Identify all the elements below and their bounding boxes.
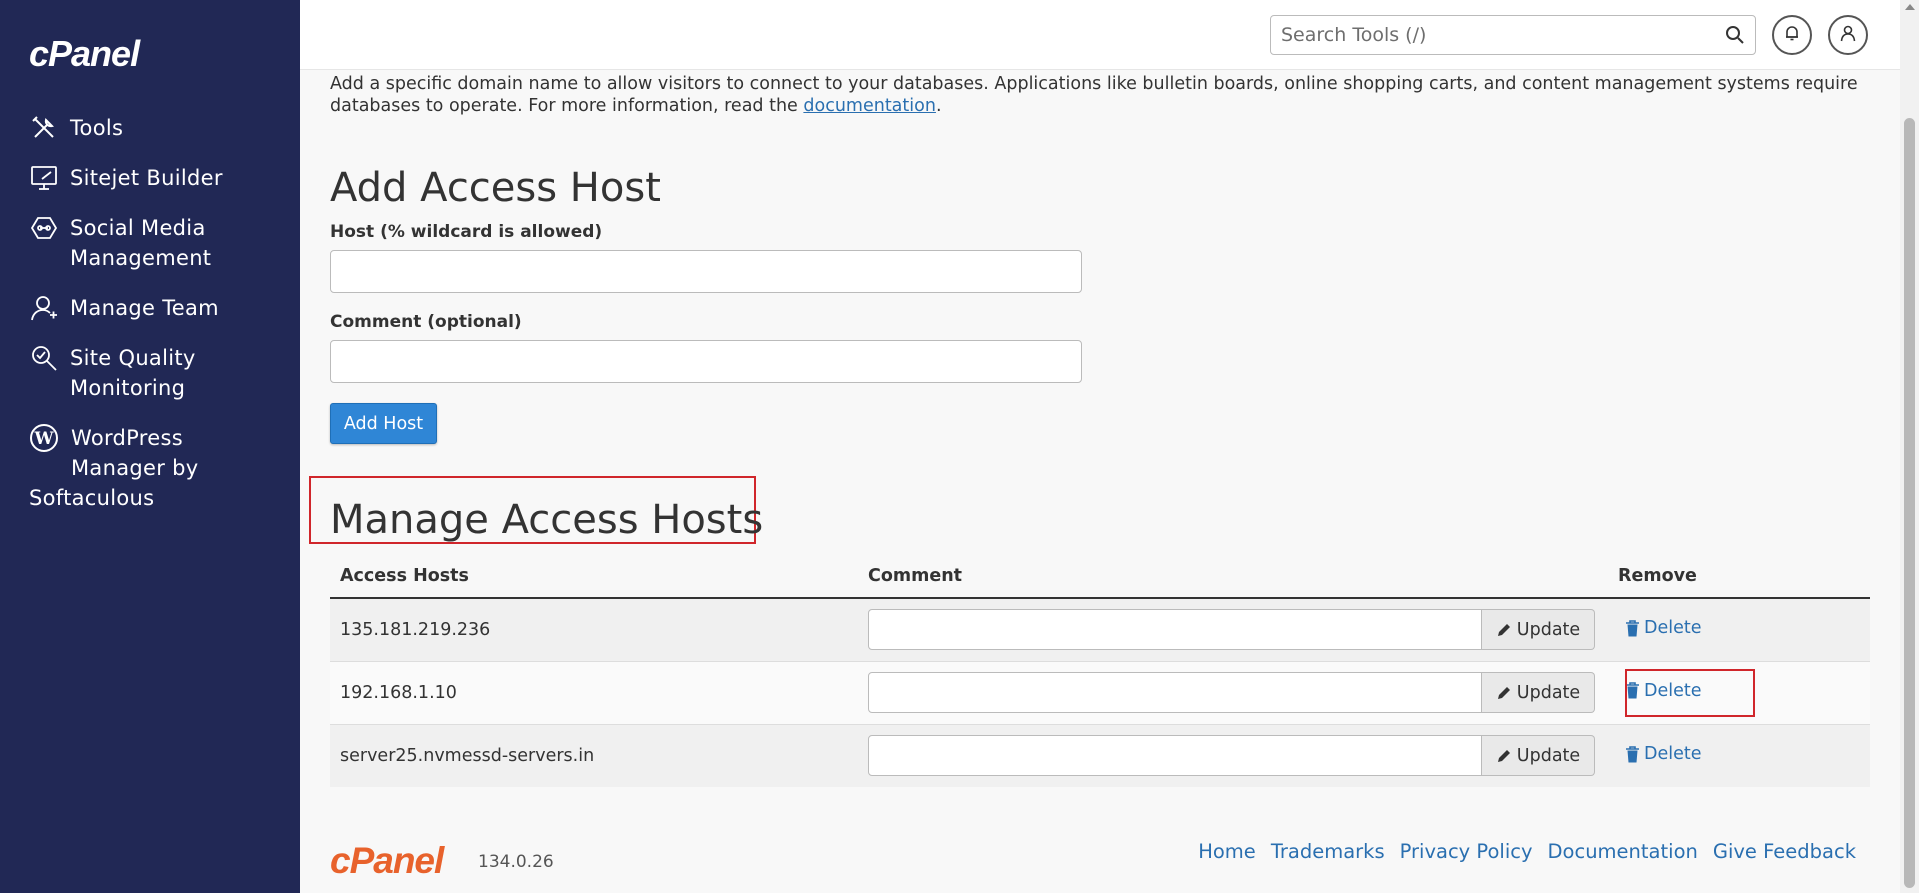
monitor-icon (29, 163, 59, 193)
top-bar (300, 0, 1900, 70)
notifications-button[interactable] (1772, 15, 1812, 55)
host-cell: server25.nvmessd-servers.in (330, 723, 858, 787)
table-row: 135.181.219.236 Update Delete (330, 597, 1870, 661)
delete-link[interactable]: Delete (1625, 744, 1702, 764)
sidebar: cPanel Tools Sitejet Builder Social Medi… (0, 0, 300, 893)
user-menu-button[interactable] (1828, 15, 1868, 55)
row-comment-input[interactable] (868, 672, 1482, 713)
search-box (1270, 15, 1756, 55)
wordpress-icon: W (29, 423, 59, 453)
sidebar-item-site-quality[interactable]: Site Quality Monitoring (29, 343, 289, 403)
sidebar-item-label: Manage Team (70, 296, 219, 320)
sidebar-item-label: Social Media Management (70, 216, 212, 270)
comment-input[interactable] (330, 340, 1082, 383)
search-icon[interactable] (1725, 25, 1745, 49)
delete-label: Delete (1644, 618, 1702, 638)
trash-icon (1626, 619, 1639, 636)
sidebar-item-social-media[interactable]: Social Media Management (29, 213, 289, 273)
svg-text:W: W (33, 429, 54, 449)
footer-link-trademarks[interactable]: Trademarks (1271, 840, 1385, 863)
social-icon (29, 213, 59, 243)
add-access-host-title: Add Access Host (330, 165, 661, 211)
sidebar-item-tools[interactable]: Tools (29, 113, 289, 143)
delete-label: Delete (1644, 744, 1702, 764)
version-number: 134.0.26 (478, 852, 554, 872)
footer-link-privacy-policy[interactable]: Privacy Policy (1400, 840, 1533, 863)
column-header-remove: Remove (1608, 554, 1870, 599)
update-button[interactable]: Update (1482, 609, 1595, 651)
add-host-button[interactable]: Add Host (330, 403, 437, 444)
trash-icon (1626, 745, 1639, 762)
pencil-icon (1497, 686, 1510, 699)
user-icon (1839, 24, 1857, 46)
column-header-access-hosts: Access Hosts (330, 554, 858, 599)
update-button[interactable]: Update (1482, 672, 1595, 713)
remove-cell: Delete (1608, 723, 1870, 787)
sidebar-item-label: Sitejet Builder (70, 166, 223, 190)
intro-text: Add a specific domain name to allow visi… (330, 74, 1858, 116)
delete-link[interactable]: Delete (1625, 618, 1702, 638)
footer-cpanel-logo[interactable]: cPanel (330, 840, 444, 882)
host-label: Host (% wildcard is allowed) (330, 222, 603, 242)
sidebar-item-label: Tools (70, 116, 124, 140)
footer-link-give-feedback[interactable]: Give Feedback (1713, 840, 1856, 863)
host-cell: 192.168.1.10 (330, 660, 858, 724)
row-comment-input[interactable] (868, 609, 1482, 651)
search-input[interactable] (1271, 24, 1691, 46)
footer-links: Home Trademarks Privacy Policy Documenta… (1198, 840, 1856, 863)
scrollbar-thumb[interactable] (1904, 118, 1915, 888)
column-header-comment: Comment (858, 554, 1608, 599)
host-cell: 135.181.219.236 (330, 597, 858, 661)
bell-icon (1783, 24, 1801, 46)
sidebar-nav: Tools Sitejet Builder Social Media Manage… (29, 113, 289, 533)
update-label: Update (1516, 745, 1581, 766)
table-header-row: Access Hosts Comment Remove (330, 554, 1870, 599)
update-button[interactable]: Update (1482, 735, 1595, 777)
update-label: Update (1516, 619, 1581, 640)
remove-cell: Delete (1608, 597, 1870, 661)
cpanel-logo[interactable]: cPanel (29, 33, 140, 75)
search-quality-icon (29, 343, 59, 373)
comment-cell: Update (858, 597, 1608, 661)
sidebar-item-sitejet[interactable]: Sitejet Builder (29, 163, 289, 193)
pencil-icon (1497, 749, 1510, 762)
sidebar-item-label: Site Quality Monitoring (70, 346, 196, 400)
tools-icon (29, 113, 59, 143)
comment-label: Comment (optional) (330, 312, 522, 332)
update-label: Update (1516, 682, 1581, 703)
sidebar-item-wordpress[interactable]: W WordPress Manager by Softaculous (29, 423, 289, 513)
team-icon (29, 293, 59, 323)
row-comment-input[interactable] (868, 735, 1482, 777)
comment-cell: Update (858, 723, 1608, 787)
documentation-link[interactable]: documentation (803, 96, 936, 116)
comment-cell: Update (858, 660, 1608, 724)
sidebar-item-label: WordPress Manager by (71, 426, 199, 480)
footer-link-home[interactable]: Home (1198, 840, 1256, 863)
page-scrollbar[interactable] (1900, 0, 1919, 893)
delete-highlight-box (1625, 669, 1755, 717)
sidebar-item-label: Softaculous (29, 486, 155, 510)
manage-access-hosts-title: Manage Access Hosts (330, 497, 764, 543)
sidebar-item-manage-team[interactable]: Manage Team (29, 293, 289, 323)
host-input[interactable] (330, 250, 1082, 293)
scroll-up-arrow-icon[interactable] (1905, 4, 1915, 10)
pencil-icon (1497, 623, 1510, 636)
footer-link-documentation[interactable]: Documentation (1548, 840, 1698, 863)
table-row: server25.nvmessd-servers.in Update Delet… (330, 723, 1870, 787)
